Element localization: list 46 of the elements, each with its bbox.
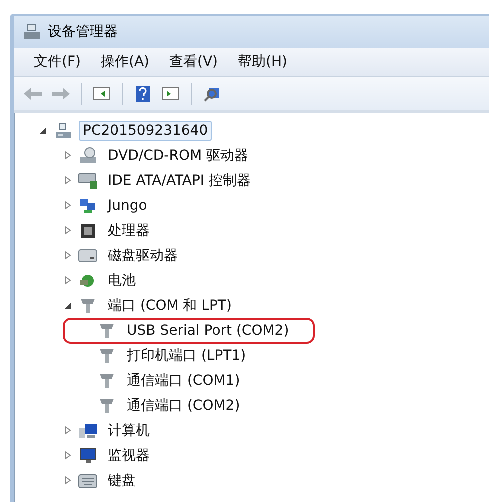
tree-item[interactable]: IDE ATA/ATAPI 控制器: [104, 170, 256, 192]
tree-item[interactable]: 通信端口 (COM1): [123, 370, 244, 392]
menu-item[interactable]: 帮助(H): [238, 53, 288, 71]
tree-item[interactable]: PC201509231640: [79, 120, 212, 140]
expand-arrow-icon[interactable]: [64, 251, 72, 260]
port-icon: [78, 296, 98, 314]
tree-item[interactable]: 监视器: [104, 444, 154, 466]
tree-item[interactable]: 打印机端口 (LPT1): [123, 344, 250, 366]
tree-item[interactable]: 端口 (COM 和 LPT): [104, 294, 236, 316]
tree-item[interactable]: 处理器: [104, 220, 154, 242]
tree-item[interactable]: 磁盘驱动器: [104, 244, 182, 266]
tree-item[interactable]: USB Serial Port (COM2): [123, 320, 294, 340]
menu-item[interactable]: 查看(V): [170, 53, 218, 71]
tree-item[interactable]: Jungo: [104, 196, 152, 216]
expand-arrow-icon[interactable]: [64, 476, 72, 485]
keyboard-icon: [78, 472, 98, 490]
tree-item[interactable]: 通信端口 (COM2): [123, 394, 244, 416]
tree-item[interactable]: DVD/CD-ROM 驱动器: [104, 144, 252, 166]
device-manager-icon: [22, 23, 42, 41]
disk-drive-icon: [78, 246, 98, 264]
computer-icon: [78, 422, 98, 440]
chip-icon: [78, 222, 98, 240]
drive-icon: [78, 172, 98, 190]
tree-item[interactable]: 电池: [104, 270, 140, 292]
monitor-icon: [78, 446, 98, 464]
port-icon: [97, 396, 117, 414]
expand-arrow-icon[interactable]: [64, 176, 72, 185]
port-icon: [97, 322, 117, 340]
collapse-arrow-icon[interactable]: [39, 126, 47, 134]
expand-arrow-icon[interactable]: [64, 276, 72, 285]
port-icon: [97, 346, 117, 364]
tree-item[interactable]: 键盘: [104, 470, 140, 492]
menu-item[interactable]: 文件(F): [34, 53, 81, 71]
expand-arrow-icon[interactable]: [64, 451, 72, 460]
collapse-arrow-icon[interactable]: [64, 302, 72, 310]
expand-arrow-icon[interactable]: [64, 151, 72, 160]
expand-arrow-icon[interactable]: [64, 426, 72, 435]
expand-arrow-icon[interactable]: [64, 226, 72, 235]
menu-item[interactable]: 操作(A): [100, 53, 150, 71]
window-title: 设备管理器: [48, 23, 118, 41]
network-icon: [78, 196, 98, 214]
port-icon: [97, 372, 117, 390]
tree-item[interactable]: 计算机: [104, 420, 154, 442]
expand-arrow-icon[interactable]: [64, 201, 72, 210]
disc-drive-icon: [78, 146, 98, 164]
computer-icon: [53, 122, 73, 140]
